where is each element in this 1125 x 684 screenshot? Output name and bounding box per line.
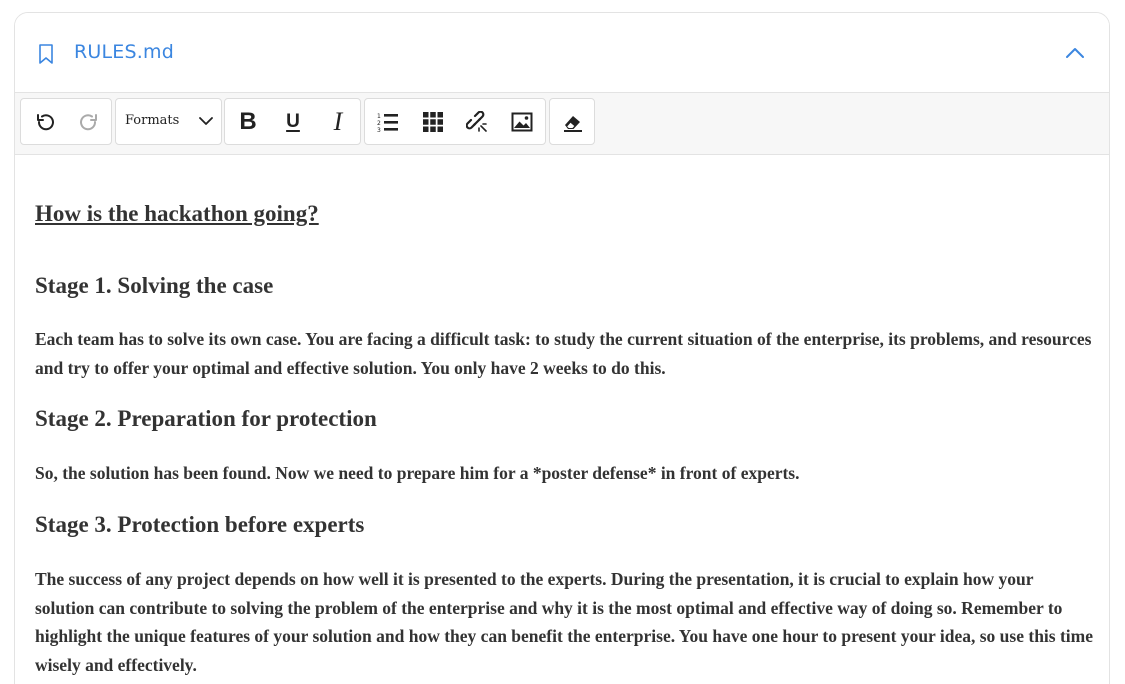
- editor-content[interactable]: How is the hackathon going? Stage 1. Sol…: [15, 155, 1109, 684]
- chevron-up-icon[interactable]: [1061, 41, 1089, 65]
- table-button[interactable]: [411, 99, 455, 144]
- stage-2-paragraph: So, the solution has been found. Now we …: [35, 463, 800, 483]
- table-grid-icon: [423, 111, 443, 132]
- underline-icon: U: [286, 111, 300, 132]
- stage-3-paragraph: The success of any project depends on ho…: [35, 569, 1094, 675]
- bold-icon: B: [239, 107, 257, 135]
- editor-toolbar: Formats B U I 1 2 3: [15, 93, 1109, 155]
- card-header: RULES.md: [15, 13, 1109, 93]
- clear-formatting-button[interactable]: [551, 99, 595, 144]
- redo-button[interactable]: [67, 99, 111, 144]
- stage-1-heading: Stage 1. Solving the case: [35, 273, 274, 298]
- italic-button[interactable]: I: [316, 99, 360, 144]
- insert-group: 1 2 3: [364, 98, 546, 145]
- stage-1-paragraph: Each team has to solve its own case. You…: [35, 329, 1092, 378]
- underline-button[interactable]: U: [271, 99, 315, 144]
- numbered-list-button[interactable]: 1 2 3: [366, 99, 410, 144]
- svg-text:2: 2: [377, 120, 381, 127]
- formats-dropdown[interactable]: Formats: [115, 98, 222, 145]
- formats-label: Formats: [125, 113, 180, 128]
- svg-text:3: 3: [377, 127, 381, 133]
- stage-3-heading: Stage 3. Protection before experts: [35, 512, 365, 537]
- text-style-group: B U I: [224, 98, 361, 145]
- history-group: [20, 98, 112, 145]
- eraser-icon: [564, 115, 582, 132]
- link-icon: [466, 110, 487, 132]
- image-icon: [511, 112, 533, 131]
- clear-format-group: [549, 98, 595, 145]
- link-button[interactable]: [455, 99, 499, 144]
- image-button[interactable]: [500, 99, 544, 144]
- document-title: How is the hackathon going?: [35, 201, 319, 226]
- stage-2-heading: Stage 2. Preparation for protection: [35, 406, 377, 431]
- svg-text:1: 1: [377, 113, 381, 120]
- bookmark-icon: [39, 44, 53, 64]
- file-title[interactable]: RULES.md: [74, 41, 174, 63]
- chevron-down-icon: [199, 117, 213, 125]
- undo-icon: [37, 113, 54, 130]
- editor-card: RULES.md Formats B U I 1 2 3 How is the …: [14, 12, 1110, 684]
- bold-button[interactable]: B: [226, 99, 270, 144]
- numbered-list-icon: 1 2 3: [377, 113, 398, 133]
- undo-button[interactable]: [23, 99, 67, 144]
- italic-icon: I: [333, 106, 343, 136]
- redo-icon: [80, 113, 97, 130]
